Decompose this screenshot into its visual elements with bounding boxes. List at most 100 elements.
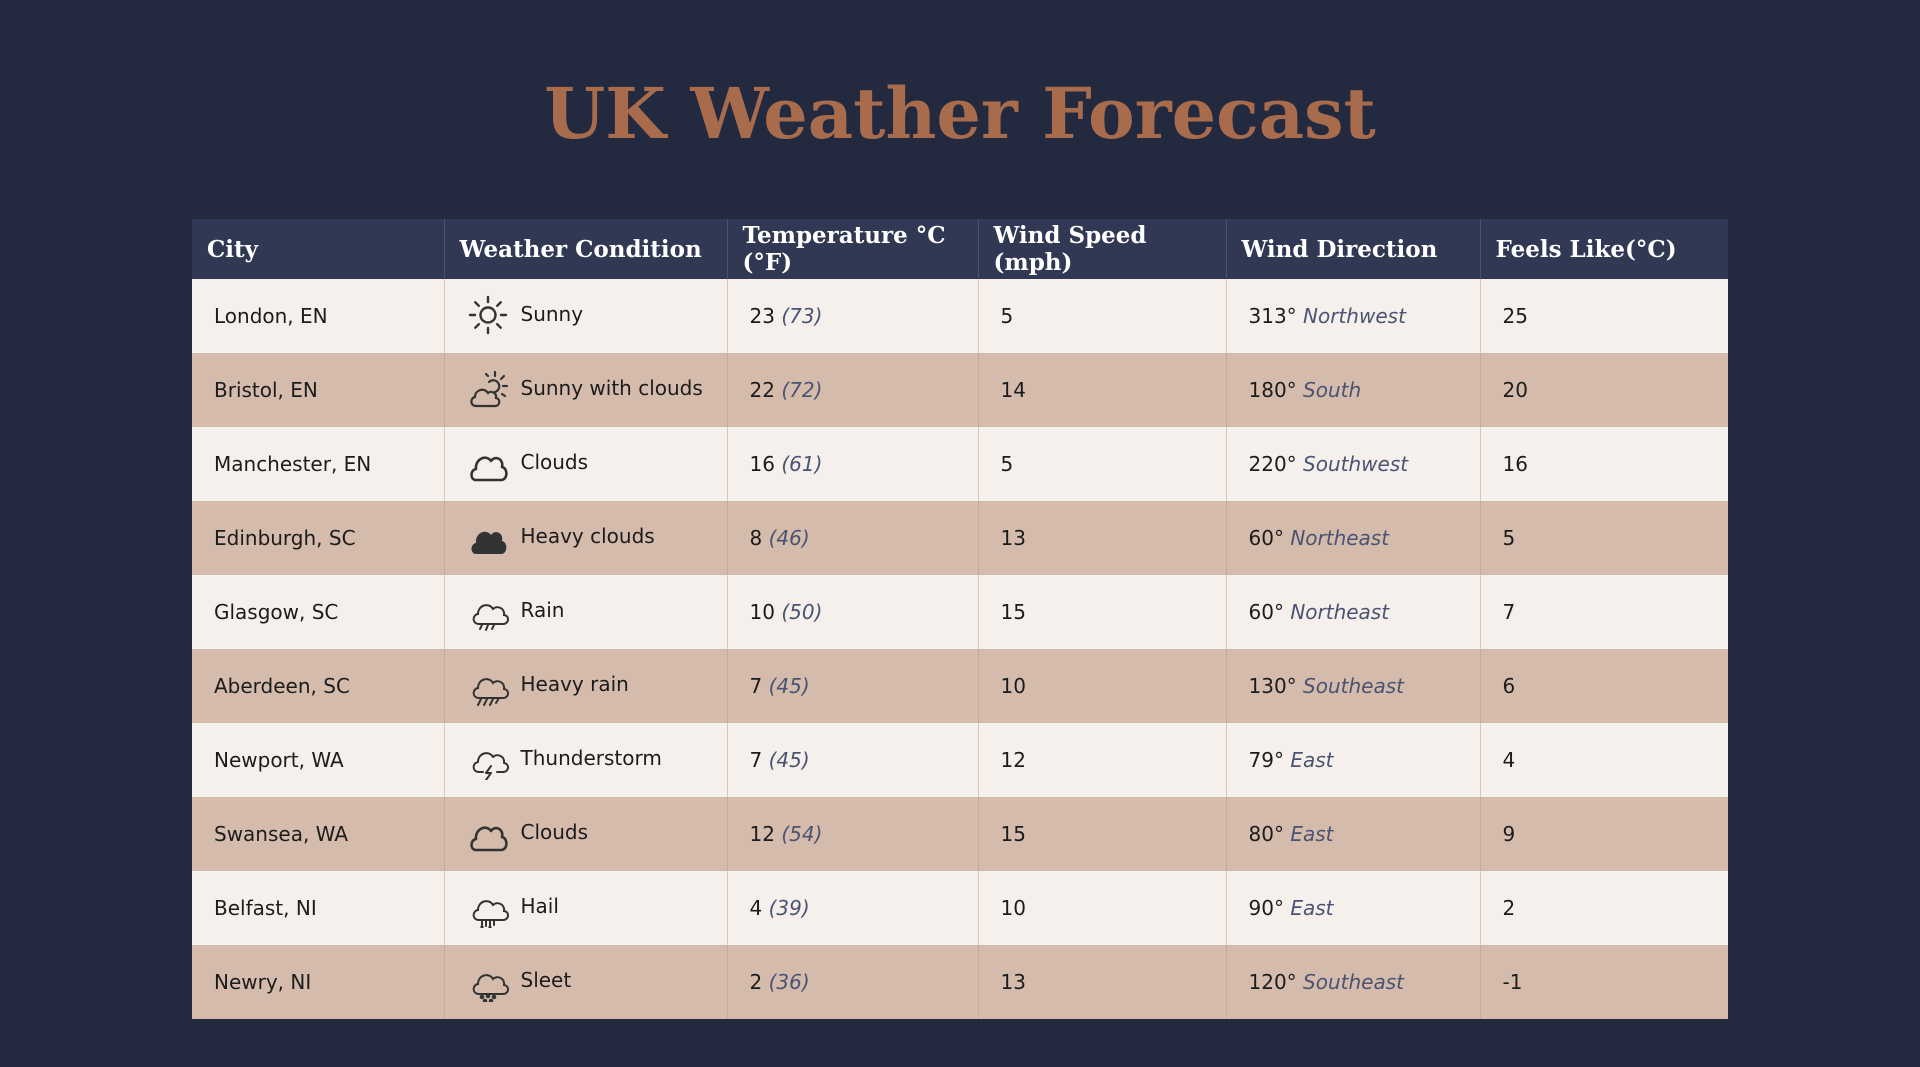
feels-like-cell: 4 — [1479, 723, 1728, 797]
feels-like-value: 6 — [1502, 674, 1516, 698]
wind-direction-label: Northeast — [1290, 526, 1390, 550]
condition-cell: Rain — [443, 575, 727, 649]
wind-degrees: 79° — [1248, 748, 1284, 772]
city-cell: Glasgow, SC — [192, 575, 444, 649]
table-header-row: City Weather Condition Temperature °C (°… — [192, 219, 1728, 279]
column-header-weather-condition[interactable]: Weather Condition — [443, 219, 727, 279]
wind-direction-cell: 180° South — [1225, 353, 1480, 427]
wind-speed-cell: 15 — [977, 575, 1226, 649]
heavy-rain-icon — [467, 664, 509, 706]
temperature-celsius: 16 — [749, 452, 775, 476]
wind-degrees: 90° — [1248, 896, 1284, 920]
wind-speed-value: 10 — [1000, 896, 1026, 920]
column-header-city[interactable]: City — [192, 219, 444, 279]
wind-speed-value: 5 — [1000, 452, 1014, 476]
wind-degrees: 60° — [1248, 600, 1284, 624]
condition-label: Heavy rain — [520, 672, 629, 696]
feels-like-value: 4 — [1502, 748, 1516, 772]
wind-degrees: 120° — [1248, 970, 1297, 994]
feels-like-value: 9 — [1502, 822, 1516, 846]
sun-cloud-icon — [467, 368, 509, 410]
temperature-fahrenheit: (61) — [781, 452, 823, 476]
table-body: London, EN Sunny 23 (73) 5 313° Northwes… — [192, 279, 1728, 1019]
wind-direction-cell: 220° Southwest — [1225, 427, 1480, 501]
wind-direction-cell: 130° Southeast — [1225, 649, 1480, 723]
city-name: Edinburgh, SC — [214, 526, 356, 550]
wind-degrees: 80° — [1248, 822, 1284, 846]
wind-direction-label: East — [1290, 748, 1334, 772]
city-name: Bristol, EN — [214, 378, 318, 402]
wind-speed-value: 15 — [1000, 600, 1026, 624]
condition-cell: Thunderstorm — [443, 723, 727, 797]
city-name: Aberdeen, SC — [214, 674, 350, 698]
feels-like-cell: 7 — [1479, 575, 1728, 649]
wind-direction-cell: 80° East — [1225, 797, 1480, 871]
feels-like-cell: 5 — [1479, 501, 1728, 575]
wind-speed-cell: 10 — [977, 649, 1226, 723]
city-cell: Bristol, EN — [192, 353, 444, 427]
feels-like-cell: 20 — [1479, 353, 1728, 427]
column-header-feels-like[interactable]: Feels Like(°C) — [1479, 219, 1728, 279]
temperature-fahrenheit: (36) — [768, 970, 810, 994]
column-header-temperature[interactable]: Temperature °C (°F) — [726, 219, 978, 279]
wind-direction-label: Northeast — [1290, 600, 1390, 624]
wind-direction-cell: 60° Northeast — [1225, 501, 1480, 575]
temperature-fahrenheit: (73) — [781, 304, 823, 328]
temperature-cell: 2 (36) — [726, 945, 978, 1019]
city-name: Belfast, NI — [214, 896, 317, 920]
city-name: Newry, NI — [214, 970, 312, 994]
wind-direction-cell: 79° East — [1225, 723, 1480, 797]
table-row: Newry, NI Sleet 2 (36) 13 120° Southeast… — [192, 945, 1728, 1019]
temperature-fahrenheit: (45) — [768, 674, 810, 698]
wind-degrees: 220° — [1248, 452, 1297, 476]
condition-label: Heavy clouds — [520, 524, 655, 548]
condition-label: Sleet — [520, 968, 572, 992]
temperature-fahrenheit: (54) — [781, 822, 823, 846]
column-header-wind-direction[interactable]: Wind Direction — [1225, 219, 1480, 279]
wind-degrees: 60° — [1248, 526, 1284, 550]
wind-speed-cell: 13 — [977, 501, 1226, 575]
wind-degrees: 180° — [1248, 378, 1297, 402]
wind-speed-value: 12 — [1000, 748, 1026, 772]
sun-icon — [467, 294, 509, 336]
city-cell: Manchester, EN — [192, 427, 444, 501]
temperature-fahrenheit: (72) — [781, 378, 823, 402]
wind-direction-label: South — [1303, 378, 1362, 402]
city-cell: Edinburgh, SC — [192, 501, 444, 575]
condition-cell: Heavy clouds — [443, 501, 727, 575]
wind-speed-value: 13 — [1000, 970, 1026, 994]
condition-cell: Clouds — [443, 427, 727, 501]
city-cell: Aberdeen, SC — [192, 649, 444, 723]
wind-direction-label: Southwest — [1303, 452, 1409, 476]
temperature-cell: 22 (72) — [726, 353, 978, 427]
condition-cell: Clouds — [443, 797, 727, 871]
page-title: UK Weather Forecast — [544, 72, 1376, 155]
wind-speed-cell: 5 — [977, 279, 1226, 353]
temperature-cell: 10 (50) — [726, 575, 978, 649]
feels-like-value: -1 — [1502, 970, 1523, 994]
wind-direction-cell: 313° Northwest — [1225, 279, 1480, 353]
column-header-wind-speed[interactable]: Wind Speed (mph) — [977, 219, 1226, 279]
table-row: Aberdeen, SC Heavy rain 7 (45) 10 130° S… — [192, 649, 1728, 723]
temperature-celsius: 2 — [749, 970, 763, 994]
temperature-celsius: 10 — [749, 600, 775, 624]
feels-like-value: 2 — [1502, 896, 1516, 920]
wind-direction-cell: 90° East — [1225, 871, 1480, 945]
feels-like-cell: 25 — [1479, 279, 1728, 353]
wind-speed-value: 15 — [1000, 822, 1026, 846]
wind-speed-cell: 5 — [977, 427, 1226, 501]
temperature-cell: 7 (45) — [726, 723, 978, 797]
table-row: Glasgow, SC Rain 10 (50) 15 60° Northeas… — [192, 575, 1728, 649]
city-name: Swansea, WA — [214, 822, 349, 846]
table-row: Newport, WA Thunderstorm 7 (45) 12 79° E… — [192, 723, 1728, 797]
temperature-cell: 12 (54) — [726, 797, 978, 871]
table-row: Swansea, WA Clouds 12 (54) 15 80° East 9 — [192, 797, 1728, 871]
wind-speed-value: 14 — [1000, 378, 1026, 402]
city-name: Manchester, EN — [214, 452, 372, 476]
temperature-celsius: 7 — [749, 674, 763, 698]
temperature-celsius: 7 — [749, 748, 763, 772]
temperature-cell: 8 (46) — [726, 501, 978, 575]
city-name: Glasgow, SC — [214, 600, 339, 624]
wind-direction-label: East — [1290, 896, 1334, 920]
condition-label: Clouds — [520, 820, 589, 844]
